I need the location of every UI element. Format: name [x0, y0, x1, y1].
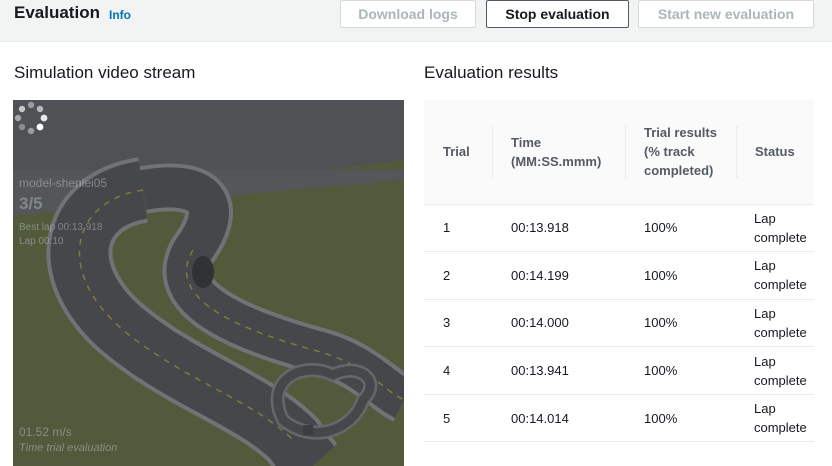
cell-completed: 100% — [625, 204, 736, 253]
stop-evaluation-button[interactable]: Stop evaluation — [486, 0, 629, 28]
cell-time: 00:14.199 — [492, 251, 625, 300]
results-section-title: Evaluation results — [424, 63, 559, 82]
hud-model-name: model-shenlei05 — [19, 176, 108, 190]
cell-status: Lap complete — [736, 204, 814, 253]
table-row: 3 00:14.000 100% Lap complete — [424, 299, 814, 348]
cell-time: 00:14.014 — [492, 394, 625, 443]
cell-trial: 4 — [424, 346, 492, 395]
cell-status: Lap complete — [736, 251, 814, 300]
video-section-title: Simulation video stream — [14, 63, 196, 82]
cell-status: Lap complete — [736, 299, 814, 348]
cell-time: 00:13.918 — [492, 204, 625, 253]
cell-completed: 100% — [625, 299, 736, 348]
column-header-status: Status — [736, 100, 814, 205]
cell-completed: 100% — [625, 251, 736, 300]
loading-spinner-icon — [14, 101, 48, 135]
cell-status: Lap complete — [736, 346, 814, 395]
column-header-time: Time (MM:SS.mmm) — [492, 100, 625, 205]
start-new-evaluation-button[interactable]: Start new evaluation — [638, 0, 814, 28]
cell-status: Lap complete — [736, 394, 814, 443]
cell-trial: 5 — [424, 394, 492, 443]
cell-time: 00:14.000 — [492, 299, 625, 348]
simulation-video-stream[interactable]: model-shenlei05 3/5 Best lap 00:13.918 L… — [13, 100, 404, 466]
hud-mode: Time trial evaluation — [19, 442, 118, 454]
cell-completed: 100% — [625, 394, 736, 443]
table-row: 1 00:13.918 100% Lap complete — [424, 204, 814, 253]
hud-trial-counter: 3/5 — [19, 194, 43, 213]
table-row: 2 00:14.199 100% Lap complete — [424, 251, 814, 300]
hud-speed: 01.52 m/s — [19, 425, 72, 439]
table-row: 4 00:13.941 100% Lap complete — [424, 346, 814, 395]
download-logs-button[interactable]: Download logs — [340, 0, 476, 28]
hud-lap-time: Lap 00:10 — [19, 236, 64, 247]
cell-trial: 3 — [424, 299, 492, 348]
hud-best-lap: Best lap 00:13.918 — [19, 222, 103, 233]
cell-time: 00:13.941 — [492, 346, 625, 395]
cell-trial: 1 — [424, 204, 492, 253]
page-title: Evaluation — [14, 3, 100, 22]
column-header-trial: Trial — [424, 100, 492, 205]
cell-completed: 100% — [625, 346, 736, 395]
cell-trial: 2 — [424, 251, 492, 300]
evaluation-results-table: Trial Time (MM:SS.mmm) Trial results (% … — [424, 100, 814, 443]
table-row: 5 00:14.014 100% Lap complete — [424, 394, 814, 443]
info-link[interactable]: Info — [109, 8, 131, 22]
column-header-trial-results: Trial results (% track completed) — [625, 100, 736, 205]
page-header: Evaluation Info Download logs Stop evalu… — [0, 0, 832, 42]
